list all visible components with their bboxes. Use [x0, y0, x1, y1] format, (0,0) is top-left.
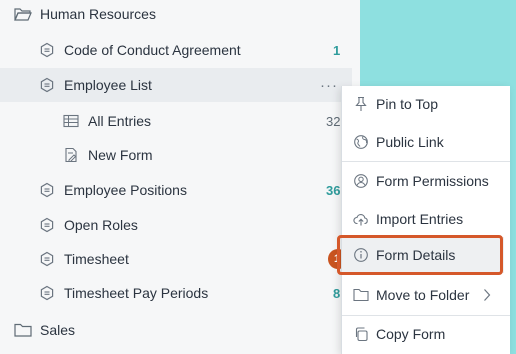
folder-label: Human Resources	[40, 6, 156, 22]
subitem-new-form[interactable]: New Form	[0, 138, 352, 172]
menu-item-form-permissions[interactable]: Form Permissions	[342, 163, 504, 199]
form-label: Employee List	[64, 77, 152, 93]
table-icon	[62, 112, 80, 130]
highlight-annotation	[337, 235, 503, 275]
menu-item-public-link[interactable]: Public Link	[342, 124, 504, 160]
folder-icon	[14, 321, 32, 339]
pin-icon	[352, 95, 370, 113]
form-label: Timesheet Pay Periods	[64, 285, 209, 301]
form-item-timesheet[interactable]: Timesheet 1	[0, 242, 352, 276]
form-label: Code of Conduct Agreement	[64, 42, 241, 58]
form-icon	[38, 41, 56, 59]
entry-count: 36	[326, 182, 341, 198]
subitem-label: New Form	[88, 147, 153, 163]
menu-item-move-to-folder[interactable]: Move to Folder	[342, 277, 504, 313]
form-icon	[38, 181, 56, 199]
form-label: Employee Positions	[64, 182, 187, 198]
menu-item-import-entries[interactable]: Import Entries	[342, 201, 504, 237]
folder-human-resources[interactable]: Human Resources	[0, 0, 352, 31]
menu-item-label: Form Permissions	[376, 173, 489, 189]
form-item-employee-positions[interactable]: Employee Positions 36	[0, 173, 352, 207]
subitem-all-entries[interactable]: All Entries 32	[0, 104, 352, 138]
subitem-label: All Entries	[88, 113, 152, 129]
entry-count: 1	[333, 42, 341, 58]
menu-item-label: Pin to Top	[376, 96, 439, 112]
form-item-code-of-conduct[interactable]: Code of Conduct Agreement 1	[0, 33, 352, 67]
user-circle-icon	[352, 172, 370, 190]
menu-item-label: Public Link	[376, 134, 444, 150]
entry-count: 8	[333, 285, 341, 301]
menu-divider	[342, 161, 510, 162]
forms-sidebar: Human Resources Code of Conduct Agreemen…	[0, 0, 360, 354]
form-icon	[38, 76, 56, 94]
folder-open-icon	[14, 5, 32, 23]
menu-item-pin-to-top[interactable]: Pin to Top	[342, 86, 504, 122]
form-item-open-roles[interactable]: Open Roles	[0, 208, 352, 242]
folder-label: Sales	[40, 322, 76, 338]
form-icon	[38, 250, 56, 268]
form-icon	[38, 284, 56, 302]
form-item-employee-list[interactable]: Employee List ···	[0, 68, 352, 102]
context-menu: Pin to Top Public Link Form Permissions …	[341, 86, 510, 354]
form-icon	[38, 216, 56, 234]
menu-item-copy-form[interactable]: Copy Form	[342, 316, 504, 352]
menu-item-label: Move to Folder	[376, 287, 470, 303]
form-edit-icon	[62, 146, 80, 164]
form-item-timesheet-pay-periods[interactable]: Timesheet Pay Periods 8	[0, 276, 352, 310]
menu-item-label: Import Entries	[376, 211, 464, 227]
folder-sales[interactable]: Sales	[0, 313, 352, 347]
globe-icon	[352, 133, 370, 151]
form-label: Timesheet	[64, 251, 129, 267]
form-label: Open Roles	[64, 217, 138, 233]
chevron-right-icon	[482, 288, 492, 307]
upload-icon	[352, 210, 370, 228]
copy-icon	[352, 325, 370, 343]
folder-icon	[352, 286, 370, 304]
menu-item-label: Copy Form	[376, 326, 446, 342]
entry-count: 32	[326, 113, 341, 129]
more-options-button[interactable]: ···	[320, 77, 338, 94]
